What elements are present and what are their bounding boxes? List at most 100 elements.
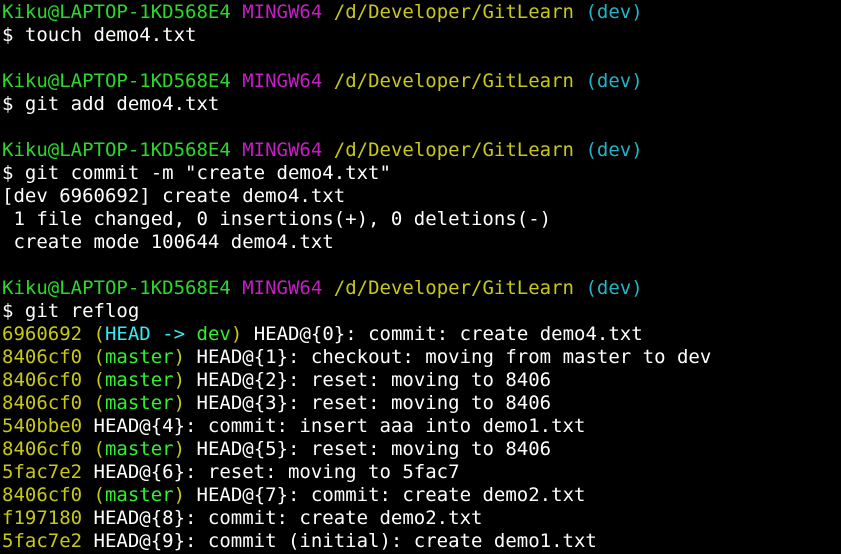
terminal-text-segment: 8406cf0	[2, 438, 83, 460]
terminal-text-segment: HEAD@{2}: reset: moving to 8406	[185, 369, 552, 391]
terminal-text-segment: Kiku@LAPTOP-1KD568E4	[2, 70, 231, 92]
terminal-text-segment: $ git reflog	[2, 300, 140, 322]
terminal-text-segment: 5fac7e2	[2, 461, 83, 483]
terminal-text-segment: master	[104, 484, 174, 506]
terminal-text-segment: (	[93, 323, 105, 345]
terminal-text-segment: 8406cf0	[2, 392, 83, 414]
terminal-text-segment: 8406cf0	[2, 484, 83, 506]
terminal-text-segment: [dev 6960692] create demo4.txt	[2, 185, 346, 207]
terminal-text-segment: 6960692	[2, 323, 83, 345]
terminal-text-segment: )	[173, 484, 186, 506]
terminal-text-segment: 5fac7e2	[2, 530, 83, 552]
terminal-line: $ git add demo4.txt	[2, 93, 841, 116]
terminal-line: 1 file changed, 0 insertions(+), 0 delet…	[2, 208, 841, 231]
terminal-text-segment: (dev)	[585, 1, 643, 23]
terminal-text-segment: MINGW64	[242, 139, 323, 161]
terminal-text-segment: $ git add demo4.txt	[2, 93, 220, 115]
terminal-line: 5fac7e2 HEAD@{6}: reset: moving to 5fac7	[2, 461, 841, 484]
terminal-text-segment: HEAD@{4}: commit: insert aaa into demo1.…	[82, 415, 586, 437]
terminal-text-segment: /d/Developer/GitLearn	[333, 139, 574, 161]
terminal-text-segment: Kiku@LAPTOP-1KD568E4	[2, 277, 231, 299]
terminal-text-segment: master	[104, 346, 174, 368]
terminal-text-segment: (dev)	[585, 139, 643, 161]
terminal-text-segment: 1 file changed, 0 insertions(+), 0 delet…	[2, 208, 552, 230]
terminal-text-segment: (	[93, 346, 105, 368]
terminal-text-segment: (	[93, 369, 105, 391]
terminal-text-segment: master	[104, 392, 174, 414]
terminal-line: $ touch demo4.txt	[2, 24, 841, 47]
terminal-line: Kiku@LAPTOP-1KD568E4 MINGW64 /d/Develope…	[2, 70, 841, 93]
terminal-text-segment: (dev)	[585, 70, 643, 92]
terminal-text-segment: HEAD@{9}: commit (initial): create demo1…	[82, 530, 597, 552]
terminal-text-segment: )	[173, 369, 186, 391]
terminal-text-segment: Kiku@LAPTOP-1KD568E4	[2, 1, 231, 23]
terminal-text-segment: HEAD@{0}: commit: create demo4.txt	[242, 323, 643, 345]
terminal-text-segment: master	[104, 369, 174, 391]
terminal-text-segment: f197180	[2, 507, 83, 529]
terminal-text-segment: HEAD@{8}: commit: create demo2.txt	[82, 507, 483, 529]
terminal-line: Kiku@LAPTOP-1KD568E4 MINGW64 /d/Develope…	[2, 277, 841, 300]
terminal-line: [dev 6960692] create demo4.txt	[2, 185, 841, 208]
terminal-text-segment: create mode 100644 demo4.txt	[2, 231, 334, 253]
terminal-text-segment: )	[230, 323, 243, 345]
terminal-line: 540bbe0 HEAD@{4}: commit: insert aaa int…	[2, 415, 841, 438]
terminal-text-segment: HEAD ->	[104, 323, 197, 345]
terminal-text-segment: dev	[196, 323, 231, 345]
terminal-text-segment: /d/Developer/GitLearn	[333, 277, 574, 299]
terminal-line: 8406cf0 (master) HEAD@{2}: reset: moving…	[2, 369, 841, 392]
terminal-line: f197180 HEAD@{8}: commit: create demo2.t…	[2, 507, 841, 530]
terminal-text-segment: 8406cf0	[2, 369, 83, 391]
terminal-text-segment: Kiku@LAPTOP-1KD568E4	[2, 139, 231, 161]
terminal-text-segment: HEAD@{5}: reset: moving to 8406	[185, 438, 552, 460]
terminal-text-segment: HEAD@{6}: reset: moving to 5fac7	[82, 461, 460, 483]
terminal-text-segment: $ git commit -m "create demo4.txt"	[2, 162, 391, 184]
terminal-text-segment: (	[93, 484, 105, 506]
terminal-line: $ git reflog	[2, 300, 841, 323]
terminal-text-segment: (	[93, 438, 105, 460]
terminal-text-segment: MINGW64	[242, 70, 323, 92]
terminal-line: create mode 100644 demo4.txt	[2, 231, 841, 254]
terminal-text-segment: master	[104, 438, 174, 460]
terminal-text-segment: )	[173, 392, 186, 414]
terminal-text-segment: (	[93, 392, 105, 414]
terminal-text-segment: HEAD@{1}: checkout: moving from master t…	[185, 346, 712, 368]
terminal-line: 5fac7e2 HEAD@{9}: commit (initial): crea…	[2, 530, 841, 553]
terminal-text-segment: HEAD@{3}: reset: moving to 8406	[185, 392, 552, 414]
terminal-text-segment: 8406cf0	[2, 346, 83, 368]
terminal-text-segment: 540bbe0	[2, 415, 83, 437]
terminal-line: 8406cf0 (master) HEAD@{7}: commit: creat…	[2, 484, 841, 507]
terminal-line: 8406cf0 (master) HEAD@{5}: reset: moving…	[2, 438, 841, 461]
terminal-text-segment: $ touch demo4.txt	[2, 24, 197, 46]
terminal-text-segment: )	[173, 438, 186, 460]
terminal-text-segment: MINGW64	[242, 277, 323, 299]
terminal-line: Kiku@LAPTOP-1KD568E4 MINGW64 /d/Develope…	[2, 1, 841, 24]
terminal-text-segment: /d/Developer/GitLearn	[333, 1, 574, 23]
terminal-line: 6960692 (HEAD -> dev) HEAD@{0}: commit: …	[2, 323, 841, 346]
terminal-line: 8406cf0 (master) HEAD@{3}: reset: moving…	[2, 392, 841, 415]
terminal-text-segment: HEAD@{7}: commit: create demo2.txt	[185, 484, 586, 506]
terminal-text-segment: MINGW64	[242, 1, 323, 23]
terminal-line: Kiku@LAPTOP-1KD568E4 MINGW64 /d/Develope…	[2, 139, 841, 162]
terminal-output[interactable]: Kiku@LAPTOP-1KD568E4 MINGW64 /d/Develope…	[0, 0, 841, 554]
terminal-text-segment: (dev)	[585, 277, 643, 299]
